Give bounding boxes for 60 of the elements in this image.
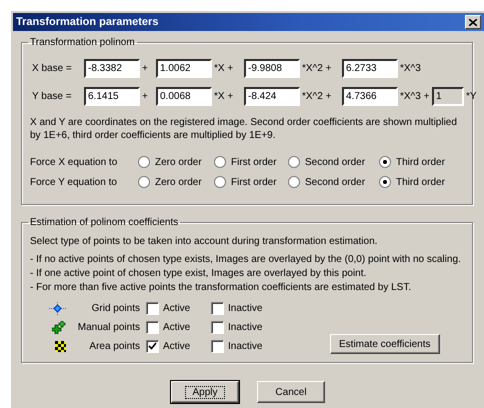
dialog-button[interactable]: Apply: [171, 381, 239, 403]
force-label: Force X equation to: [30, 156, 118, 168]
active-checkbox[interactable]: Active: [146, 340, 211, 353]
radio-option[interactable]: First order: [214, 156, 288, 168]
coefficient-field[interactable]: 0.0068: [156, 87, 212, 106]
coefficient-field[interactable]: -8.3382: [84, 59, 140, 78]
coefficient-field[interactable]: 6.1415: [84, 87, 140, 106]
coefficient-field[interactable]: 6.2733: [342, 59, 398, 78]
dialog-button[interactable]: Cancel: [257, 381, 325, 403]
bullet-text: - If no active points of chosen type exists, Images are overlayed by the (0,0) point with no scaling.: [30, 253, 462, 267]
estimate-button[interactable]: Estimate coefficients: [330, 334, 440, 354]
window-title: Transformation parameters: [16, 16, 158, 28]
radio-button[interactable]: [379, 176, 391, 188]
radio-button[interactable]: [214, 156, 226, 168]
active-checkbox[interactable]: Active: [146, 302, 211, 315]
equation-label: *X +: [213, 63, 234, 74]
radio-button[interactable]: [379, 156, 391, 168]
equation-label: +: [141, 91, 149, 102]
note-text: X and Y are coordinates on the registered image. Second order coefficients are shown multiplied by 1E+6, third order coefficients are multiplied by 1E+9.: [30, 116, 458, 142]
radio-option[interactable]: Third order: [379, 176, 464, 188]
bullet-text: - For more than five active points the transformation coefficients are estimated by LST.: [30, 281, 412, 295]
radio-option[interactable]: Third order: [379, 156, 464, 168]
active-checkbox[interactable]: Active: [146, 321, 211, 334]
bullet-text: - If one active point of chosen type exist, Images are overlayed by this point.: [30, 267, 368, 281]
equation-label: *X^2 +: [301, 63, 332, 74]
radio-option[interactable]: Zero order: [138, 156, 214, 168]
coefficient-field[interactable]: 1.0062: [156, 59, 212, 78]
equation-label: X base =: [31, 63, 73, 74]
plus-icon: [52, 321, 66, 334]
radio-button[interactable]: [288, 176, 300, 188]
coefficient-field[interactable]: -8.424: [244, 87, 300, 106]
equation-label: *X^2 +: [301, 91, 332, 102]
radio-button[interactable]: [214, 176, 226, 188]
coefficient-field[interactable]: 4.7366: [342, 87, 398, 106]
equation-label: *X +: [213, 91, 234, 102]
radio-option[interactable]: Second order: [288, 156, 379, 168]
point-type-label: Manual points: [76, 322, 141, 333]
point-type-label: Grid points: [90, 303, 141, 314]
equation-label: +: [141, 63, 149, 74]
intro-text: Select type of points to be taken into account during transformation estimation.: [30, 236, 378, 247]
check-icon: [148, 342, 157, 351]
group-title: Estimation of polinom coefficients: [29, 217, 180, 228]
point-type-label: Area points: [88, 341, 141, 352]
crosshair-icon: [49, 302, 66, 315]
force-label: Force Y equation to: [30, 176, 118, 188]
close-icon: [469, 18, 477, 26]
equation-label: *Y: [465, 91, 477, 102]
radio-button[interactable]: [138, 156, 150, 168]
checker-icon: [55, 341, 66, 352]
equation-label: *X^3: [399, 63, 422, 74]
group-title: Transformation polinom: [29, 37, 136, 48]
radio-button[interactable]: [288, 156, 300, 168]
equation-label: Y base =: [31, 91, 73, 102]
close-button[interactable]: [465, 15, 481, 29]
equation-label: *X^3 +: [399, 91, 430, 102]
coefficient-field[interactable]: -9.9808: [244, 59, 300, 78]
radio-option[interactable]: Zero order: [138, 176, 214, 188]
radio-button[interactable]: [138, 176, 150, 188]
radio-option[interactable]: Second order: [288, 176, 379, 188]
radio-option[interactable]: First order: [214, 176, 288, 188]
